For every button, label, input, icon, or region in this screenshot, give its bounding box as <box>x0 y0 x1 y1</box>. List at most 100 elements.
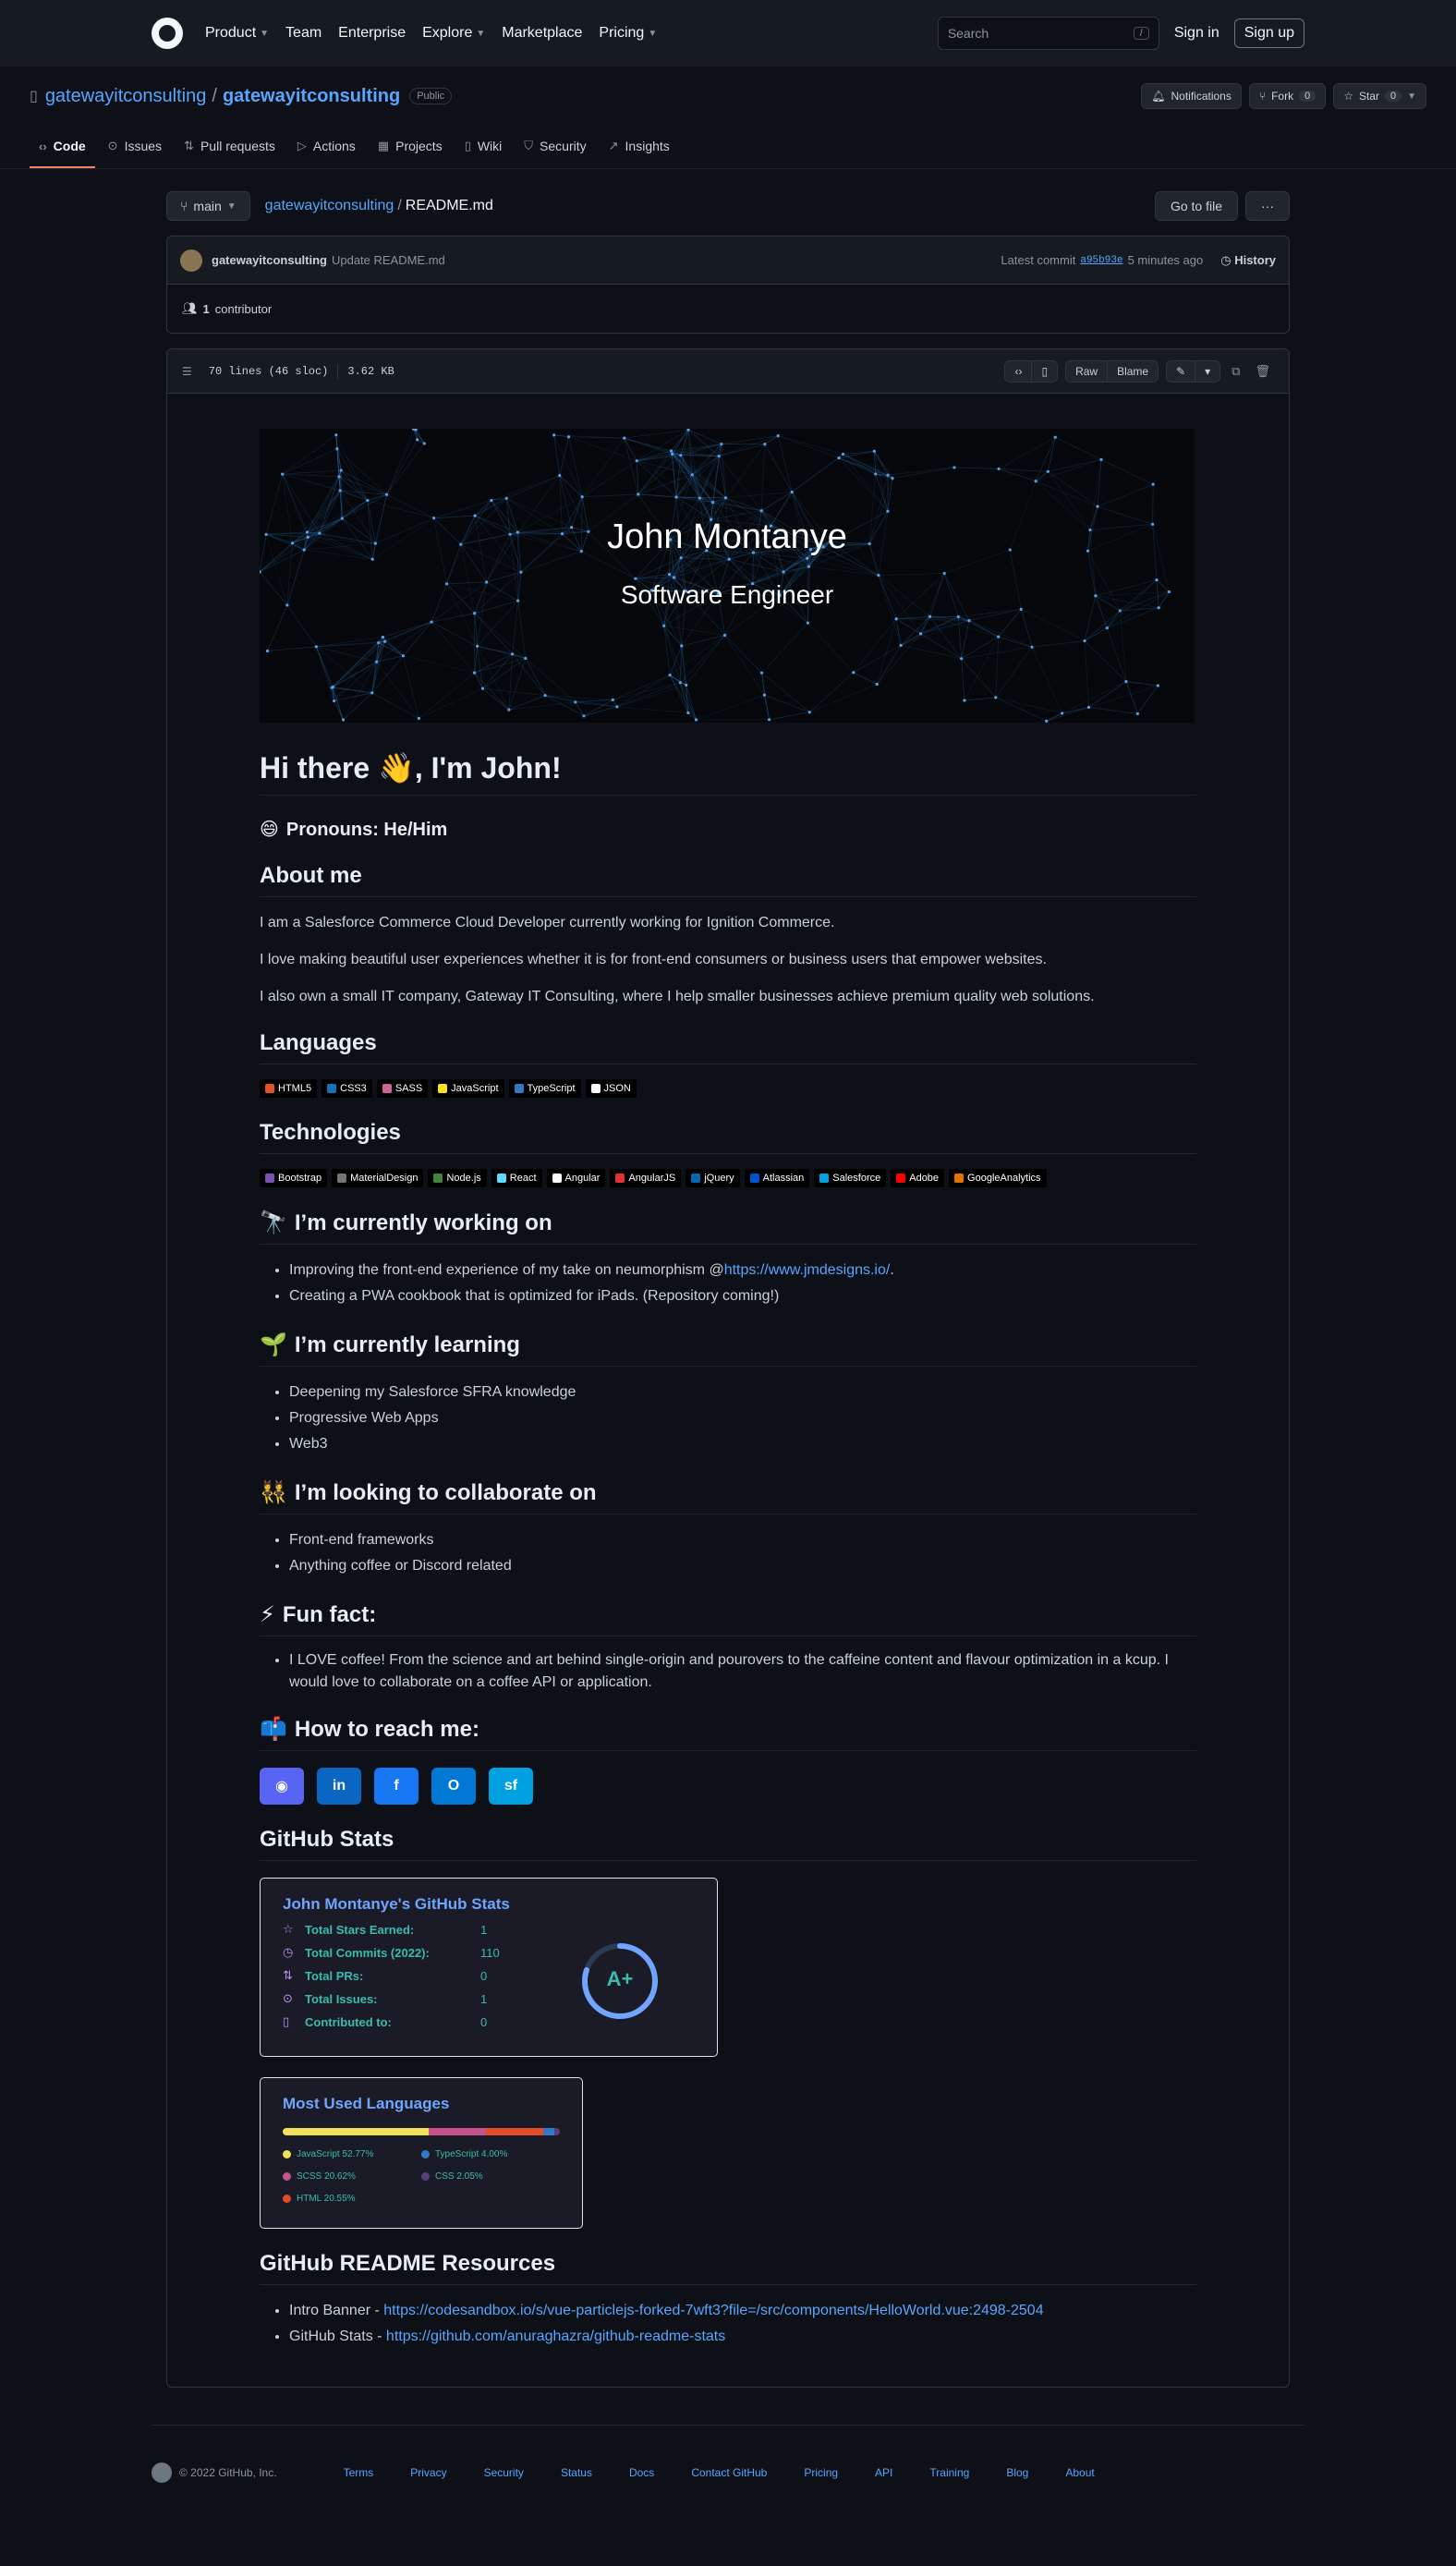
badge-googleanalytics[interactable]: GoogleAnalytics <box>949 1169 1047 1187</box>
particle-node <box>874 472 878 476</box>
tab-code[interactable]: ‹› Code <box>30 129 95 168</box>
footer-link-status[interactable]: Status <box>561 2466 592 2479</box>
tab-actions[interactable]: ▷ Actions <box>288 129 365 168</box>
technology-badges: Bootstrap MaterialDesign Node.js React Angul… <box>260 1169 1196 1187</box>
commit-author[interactable]: gatewayitconsulting <box>212 253 327 267</box>
avatar[interactable] <box>180 249 202 272</box>
footer-link-terms[interactable]: Terms <box>344 2466 374 2479</box>
pencil-icon[interactable]: ✎ <box>1167 360 1196 382</box>
stat-label: Total PRs: <box>305 1968 364 1983</box>
badge-angularjs[interactable]: AngularJS <box>610 1169 682 1187</box>
particle-link <box>764 444 793 493</box>
github-logo-icon[interactable] <box>152 18 183 49</box>
more-options-button[interactable]: ··· <box>1245 191 1290 221</box>
tab-label: Pull requests <box>200 139 275 153</box>
list-item: GitHub Stats - https://github.com/anurag… <box>289 2324 1196 2350</box>
notifications-button[interactable]: 🔔︎ Notifications <box>1141 83 1242 109</box>
footer-link-blog[interactable]: Blog <box>1006 2466 1028 2479</box>
sign-in-link[interactable]: Sign in <box>1174 25 1219 42</box>
badge-sass[interactable]: SASS <box>376 1079 429 1098</box>
github-mark-icon[interactable] <box>152 2463 172 2483</box>
branch-selector[interactable]: ⑂ main ▼ <box>166 191 250 221</box>
code-view-icon[interactable]: ‹› <box>1005 360 1033 382</box>
badge-bootstrap[interactable]: Bootstrap <box>260 1169 328 1187</box>
tab-security[interactable]: ⛉ Security <box>515 129 595 168</box>
outlook-icon[interactable]: O <box>431 1768 476 1805</box>
outline-icon[interactable]: ☰ <box>182 365 192 378</box>
chevron-down-icon[interactable]: ▾ <box>1195 360 1220 382</box>
salesforce-icon[interactable]: sf <box>489 1768 533 1805</box>
intro-banner-link[interactable]: https://codesandbox.io/s/vue-particlejs-… <box>383 2303 1043 2318</box>
badge-angular[interactable]: Angular <box>546 1169 606 1187</box>
nav-item-marketplace[interactable]: Marketplace <box>502 25 582 42</box>
linkedin-icon[interactable]: in <box>317 1768 361 1805</box>
facebook-icon[interactable]: f <box>374 1768 419 1805</box>
particle-link <box>282 434 337 475</box>
commit-message[interactable]: Update README.md <box>332 253 445 267</box>
tab-wiki[interactable]: ▯ Wiki <box>455 129 512 168</box>
tab-pull-requests[interactable]: ⇅ Pull requests <box>175 129 285 168</box>
badge-jquery[interactable]: jQuery <box>686 1169 740 1187</box>
footer-link-about[interactable]: About <box>1065 2466 1094 2479</box>
footer-link-pricing[interactable]: Pricing <box>804 2466 838 2479</box>
footer-link-docs[interactable]: Docs <box>629 2466 654 2479</box>
badge-materialdesign[interactable]: MaterialDesign <box>332 1169 424 1187</box>
blame-button[interactable]: Blame <box>1108 360 1159 382</box>
nav-item-explore[interactable]: Explore ▼ <box>422 25 485 42</box>
jmdesigns-link[interactable]: https://www.jmdesigns.io/ <box>724 1262 891 1278</box>
nav-item-product[interactable]: Product ▼ <box>205 25 269 42</box>
commit-sha-link[interactable]: a95b93e <box>1080 255 1122 266</box>
badge-label: Bootstrap <box>278 1173 322 1184</box>
badge-salesforce[interactable]: Salesforce <box>814 1169 887 1187</box>
repo-owner-link[interactable]: gatewayitconsulting <box>45 86 207 107</box>
top-languages-card[interactable]: Most Used Languages JavaScript 52.77% Typ… <box>260 2077 583 2229</box>
preview-icon[interactable]: ▯ <box>1032 360 1058 382</box>
github-stats-card[interactable]: John Montanye's GitHub Stats ☆ Total Star… <box>260 1878 718 2057</box>
badge-javascript[interactable]: JavaScript <box>432 1079 504 1098</box>
particle-node <box>806 621 810 625</box>
go-to-file-button[interactable]: Go to file <box>1154 191 1238 221</box>
particle-node <box>759 509 763 513</box>
tab-issues[interactable]: ⊙ Issues <box>99 129 171 168</box>
footer-link-contact-github[interactable]: Contact GitHub <box>691 2466 767 2479</box>
badge-adobe[interactable]: Adobe <box>891 1169 945 1187</box>
particle-node <box>669 449 673 453</box>
badge-atlassian[interactable]: Atlassian <box>744 1169 810 1187</box>
history-link[interactable]: ◷ History <box>1220 253 1276 268</box>
footer-link-security[interactable]: Security <box>484 2466 524 2479</box>
nav-item-enterprise[interactable]: Enterprise <box>338 25 406 42</box>
particle-link <box>386 443 425 495</box>
particle-link <box>1125 681 1138 714</box>
particle-link <box>900 616 959 646</box>
raw-button[interactable]: Raw <box>1066 360 1109 382</box>
search-input[interactable]: Search / <box>937 17 1159 50</box>
sign-up-button[interactable]: Sign up <box>1233 18 1304 48</box>
discord-icon[interactable]: ◉ <box>260 1768 304 1805</box>
footer-link-api[interactable]: API <box>875 2466 892 2479</box>
tab-insights[interactable]: ↗ Insights <box>600 129 679 168</box>
particle-link <box>616 682 681 708</box>
github-stats-link[interactable]: https://github.com/anuraghazra/github-re… <box>386 2329 725 2344</box>
star-count: 0 <box>1384 91 1402 102</box>
copy-icon[interactable]: ⧉ <box>1228 364 1244 379</box>
fork-button[interactable]: ⑂ Fork 0 <box>1248 83 1327 109</box>
badge-react[interactable]: React <box>491 1169 542 1187</box>
nav-item-pricing[interactable]: Pricing ▼ <box>599 25 657 42</box>
particle-link <box>669 675 697 721</box>
footer-link-privacy[interactable]: Privacy <box>410 2466 446 2479</box>
badge-json[interactable]: JSON <box>585 1079 637 1098</box>
badge-nodejs[interactable]: Node.js <box>428 1169 487 1187</box>
breadcrumb-repo-link[interactable]: gatewayitconsulting <box>265 198 394 213</box>
contributors-count[interactable]: 1 <box>203 302 210 316</box>
badge-html5[interactable]: HTML5 <box>260 1079 318 1098</box>
badge-css3[interactable]: CSS3 <box>322 1079 372 1098</box>
star-button[interactable]: ☆ Star 0 ▼ <box>1333 83 1426 109</box>
nav-item-team[interactable]: Team <box>285 25 322 42</box>
trash-icon[interactable]: 🗑︎ <box>1251 364 1274 379</box>
badge-typescript[interactable]: TypeScript <box>508 1079 581 1098</box>
footer-link-training[interactable]: Training <box>929 2466 969 2479</box>
banner-name: John Montanye <box>607 517 847 556</box>
repo-name-link[interactable]: gatewayitconsulting <box>223 86 400 107</box>
tab-projects[interactable]: ▦ Projects <box>369 129 452 168</box>
particle-link <box>853 645 902 674</box>
